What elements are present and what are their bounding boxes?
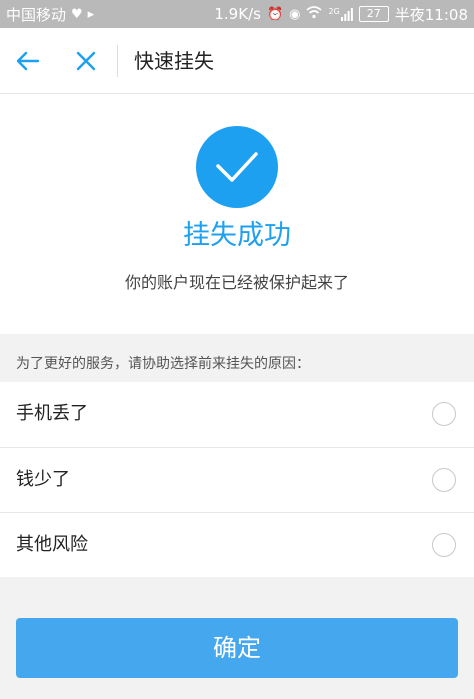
heart-icon: ♥	[71, 6, 83, 22]
carrier-name: 中国移动	[6, 5, 67, 24]
page-title: 快速挂失	[134, 49, 214, 73]
reason-option-other-risk[interactable]: 其他风险	[0, 512, 474, 577]
nav-bar: 快速挂失	[0, 28, 474, 94]
success-subtitle: 你的账户现在已经被保护起来了	[124, 273, 349, 292]
battery-icon: 27	[358, 6, 389, 22]
reason-option-money-missing[interactable]: 钱少了	[0, 447, 474, 512]
alarm-icon: ⏰	[266, 6, 284, 22]
signal-icon: 2G	[328, 6, 353, 21]
reason-prompt: 为了更好的服务，请协助选择前来挂失的原因：	[16, 356, 310, 372]
clock: 半夜11:08	[394, 5, 468, 24]
back-button[interactable]	[14, 47, 42, 75]
radio-button[interactable]	[432, 402, 456, 426]
nav-divider	[117, 45, 118, 77]
option-label: 其他风险	[16, 534, 88, 555]
option-label: 手机丢了	[16, 403, 88, 424]
confirm-button[interactable]: 确定	[16, 618, 458, 678]
signal-label: 2G	[328, 6, 340, 16]
battery-level: 27	[366, 7, 381, 20]
check-circle-icon	[196, 126, 278, 208]
play-icon: ▸	[87, 6, 95, 22]
close-icon	[76, 51, 96, 71]
wifi-icon	[306, 5, 322, 23]
arrow-left-icon	[16, 51, 40, 71]
status-bar: 中国移动 ♥ ▸ 1.9K/s ⏰ ◉ 2G 27 半夜11:08	[0, 0, 474, 28]
success-title: 挂失成功	[183, 220, 291, 251]
reason-option-phone-lost[interactable]: 手机丢了	[0, 382, 474, 447]
radio-button[interactable]	[432, 533, 456, 557]
reason-options: 手机丢了 钱少了 其他风险	[0, 382, 474, 577]
eye-icon: ◉	[289, 6, 301, 22]
close-button[interactable]	[72, 47, 100, 75]
status-bar-left: 中国移动 ♥ ▸	[6, 4, 94, 25]
status-bar-right: 1.9K/s ⏰ ◉ 2G 27 半夜11:08	[214, 4, 468, 25]
success-panel: 挂失成功 你的账户现在已经被保护起来了	[0, 94, 474, 334]
network-speed: 1.9K/s	[214, 5, 261, 23]
option-label: 钱少了	[16, 469, 70, 490]
radio-button[interactable]	[432, 468, 456, 492]
